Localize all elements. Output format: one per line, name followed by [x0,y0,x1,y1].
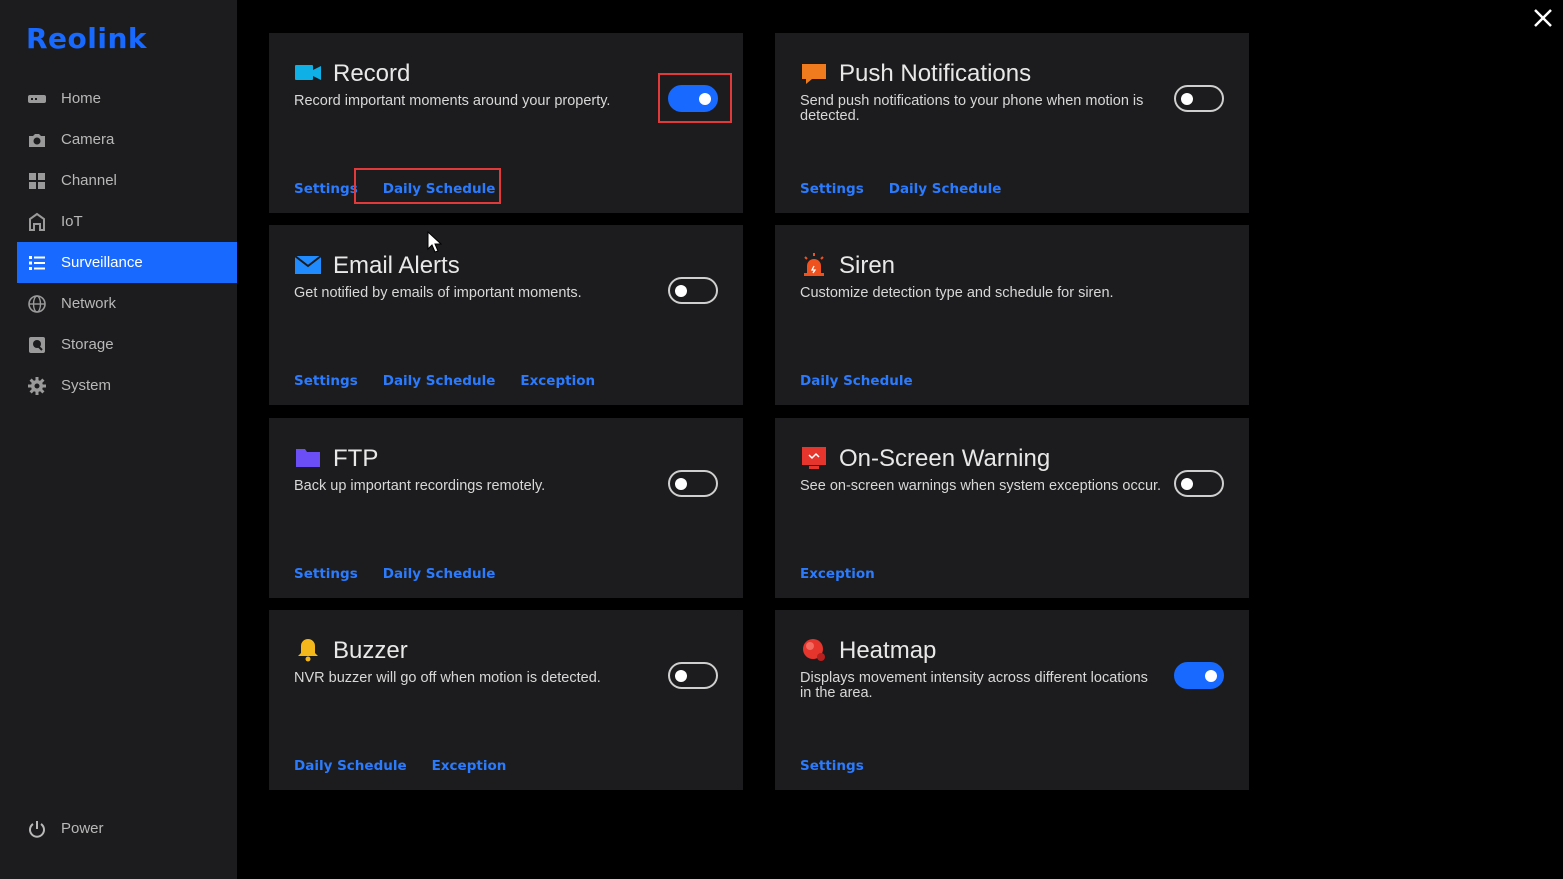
push-title: Push Notifications [839,60,1032,87]
buzzer-daily-schedule-link[interactable]: Daily Schedule [294,758,407,774]
sidebar-item-label: IoT [61,213,83,230]
email-title: Email Alerts [333,252,460,279]
power-button[interactable]: Power [17,808,237,849]
home-icon [25,87,49,111]
record-settings-link[interactable]: Settings [294,181,358,197]
sidebar-item-network[interactable]: Network [17,283,237,324]
bell-icon [294,636,322,664]
buzzer-desc: NVR buzzer will go off when motion is de… [294,670,601,686]
sidebar-item-channel[interactable]: Channel [17,160,237,201]
close-icon[interactable] [1531,6,1555,30]
list-icon [25,251,49,275]
email-daily-schedule-link[interactable]: Daily Schedule [383,373,496,389]
monitor-warning-icon [800,444,828,472]
sidebar-item-storage[interactable]: Storage [17,324,237,365]
gear-icon [25,374,49,398]
siren-desc: Customize detection type and schedule fo… [800,285,1114,301]
storage-icon [25,333,49,357]
heatmap-card: Heatmap Displays movement intensity acro… [775,610,1249,790]
buzzer-card: Buzzer NVR buzzer will go off when motio… [269,610,743,790]
message-icon [800,59,828,87]
record-desc: Record important moments around your pro… [294,93,611,109]
video-camera-icon [294,59,322,87]
folder-icon [294,444,322,472]
email-settings-link[interactable]: Settings [294,373,358,389]
buzzer-title: Buzzer [333,637,408,664]
push-notifications-card: Push Notifications Send push notificatio… [775,33,1249,213]
email-toggle[interactable] [668,277,718,304]
sidebar-item-label: System [61,377,112,394]
onscreen-exception-link[interactable]: Exception [800,566,875,582]
ftp-toggle[interactable] [668,470,718,497]
sidebar-item-label: Home [61,90,102,107]
envelope-icon [294,251,322,279]
sidebar: Reolink Home Camera Channel IoT Surveill… [0,0,237,879]
sidebar-item-home[interactable]: Home [17,78,237,119]
buzzer-toggle[interactable] [668,662,718,689]
heatmap-toggle[interactable] [1174,662,1224,689]
push-settings-link[interactable]: Settings [800,181,864,197]
email-desc: Get notified by emails of important mome… [294,285,582,301]
globe-icon [25,292,49,316]
sidebar-item-system[interactable]: System [17,365,237,406]
ftp-title: FTP [333,445,379,472]
siren-daily-schedule-link[interactable]: Daily Schedule [800,373,913,389]
record-title: Record [333,60,411,87]
camera-icon [25,128,49,152]
buzzer-exception-link[interactable]: Exception [432,758,507,774]
heatmap-desc: Displays movement intensity across diffe… [800,670,1148,701]
ftp-desc: Back up important recordings remotely. [294,478,546,494]
siren-icon [800,251,828,279]
on-screen-warning-card: On-Screen Warning See on-screen warnings… [775,418,1249,598]
heatmap-settings-link[interactable]: Settings [800,758,864,774]
record-card: Record Record important moments around y… [269,33,743,213]
channel-icon [25,169,49,193]
email-alerts-card: Email Alerts Get notified by emails of i… [269,225,743,405]
sidebar-item-camera[interactable]: Camera [17,119,237,160]
sidebar-item-label: Channel [61,172,117,189]
siren-card: Siren Customize detection type and sched… [775,225,1249,405]
sidebar-item-surveillance[interactable]: Surveillance [17,242,237,283]
push-daily-schedule-link[interactable]: Daily Schedule [889,181,1002,197]
iot-icon [25,210,49,234]
push-desc: Send push notifications to your phone wh… [800,93,1144,124]
ftp-daily-schedule-link[interactable]: Daily Schedule [383,566,496,582]
push-toggle[interactable] [1174,85,1224,112]
sidebar-item-label: Camera [61,131,115,148]
ftp-card: FTP Back up important recordings remotel… [269,418,743,598]
sidebar-item-iot[interactable]: IoT [17,201,237,242]
heatmap-icon [800,636,828,664]
onscreen-title: On-Screen Warning [839,445,1051,472]
highlight-box [354,168,501,204]
power-label: Power [61,820,104,837]
mouse-cursor-icon [427,230,443,253]
sidebar-item-label: Storage [61,336,114,353]
siren-title: Siren [839,252,896,279]
sidebar-item-label: Network [61,295,117,312]
highlight-box [658,73,732,123]
ftp-settings-link[interactable]: Settings [294,566,358,582]
reolink-logo: Reolink [26,22,148,55]
onscreen-toggle[interactable] [1174,470,1224,497]
heatmap-title: Heatmap [839,637,937,664]
sidebar-item-label: Surveillance [61,254,143,271]
onscreen-desc: See on-screen warnings when system excep… [800,478,1162,494]
sidebar-nav: Home Camera Channel IoT Surveillance Net… [17,78,237,406]
email-exception-link[interactable]: Exception [520,373,595,389]
power-icon [25,817,49,841]
